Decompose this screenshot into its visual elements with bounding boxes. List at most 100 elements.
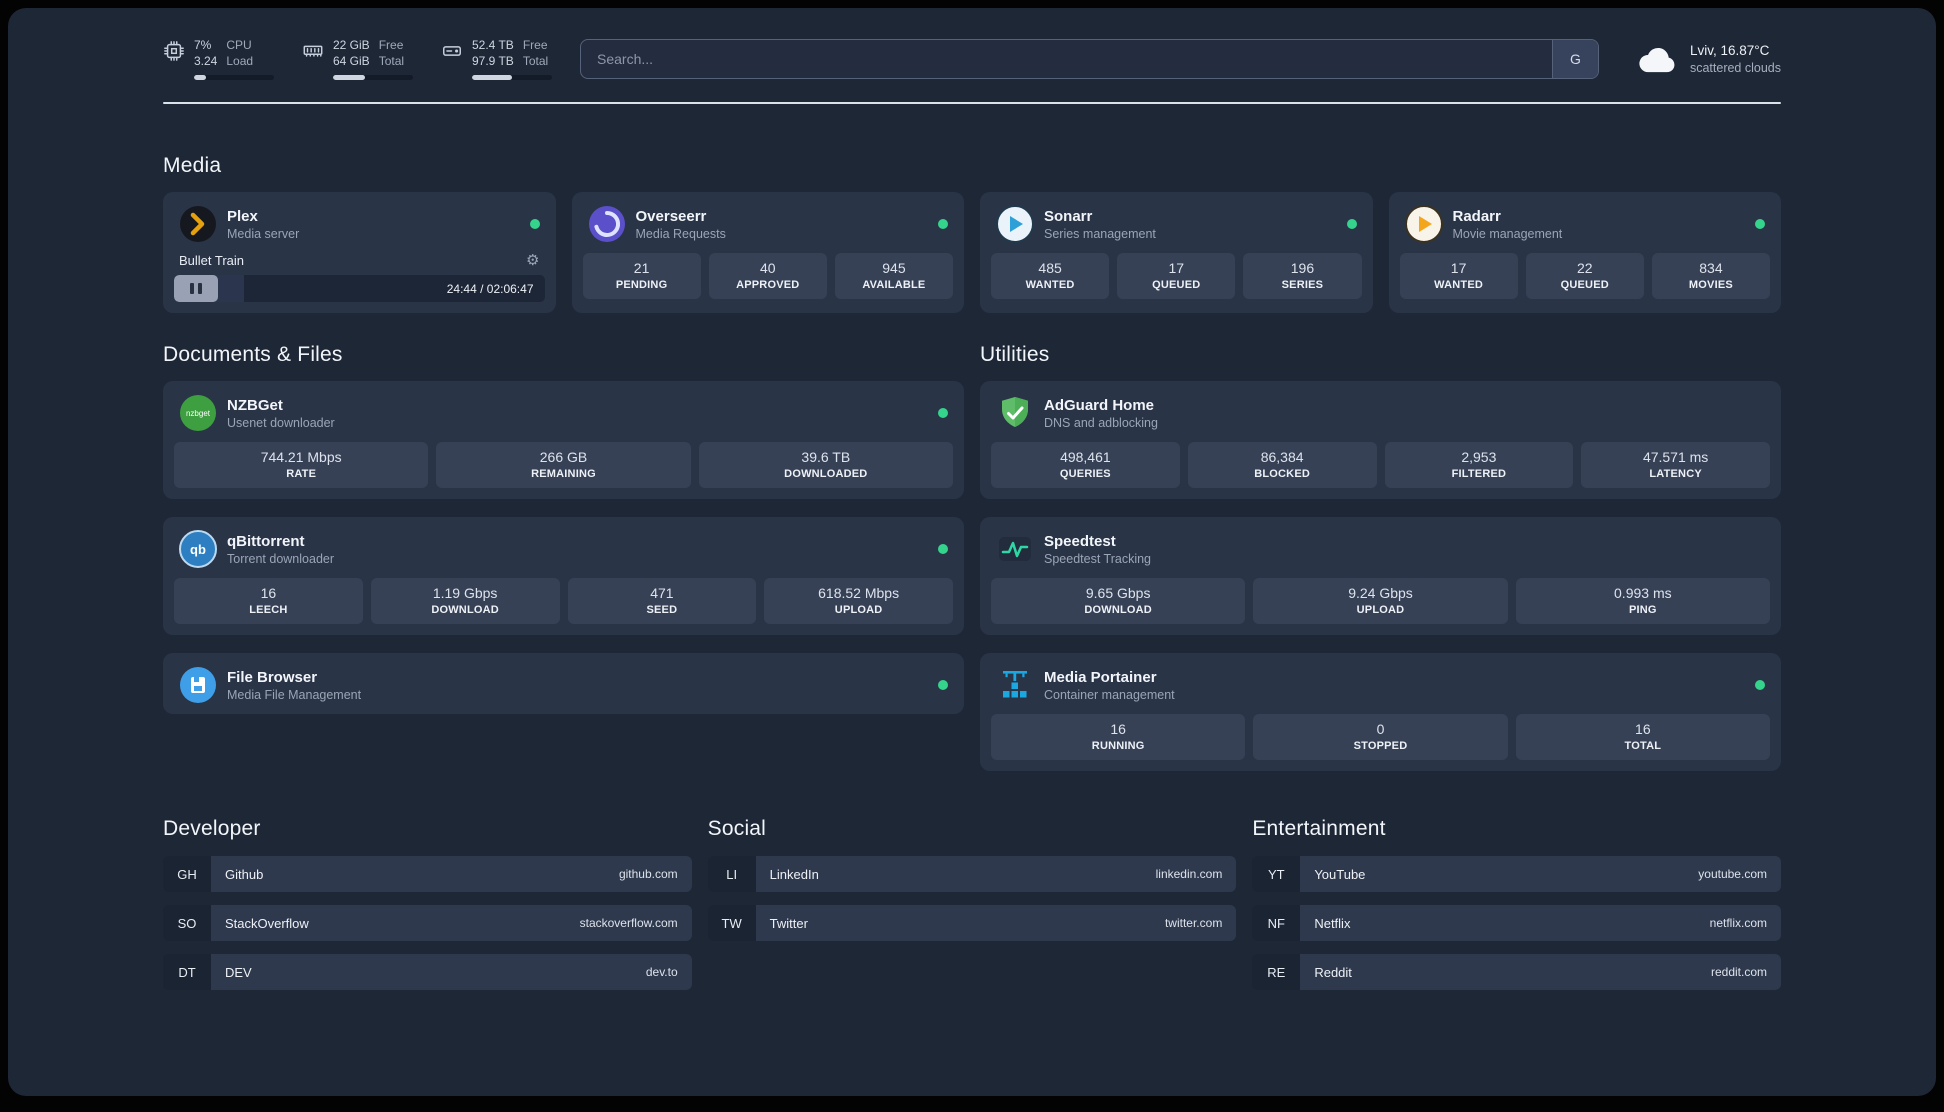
cpu-progress-fill — [194, 75, 206, 81]
bookmark-stackoverflow[interactable]: SO StackOverflow stackoverflow.com — [163, 905, 692, 942]
stat-tile: 86,384 BLOCKED — [1187, 442, 1377, 489]
stat-label: AVAILABLE — [862, 279, 926, 292]
speedtest-card[interactable]: Speedtest Speedtest Tracking 9.65 Gbps D… — [980, 517, 1781, 636]
stat-tile: 744.21 Mbps RATE — [174, 442, 429, 489]
bookmark-youtube[interactable]: YT YouTube youtube.com — [1252, 856, 1781, 893]
status-dot — [938, 544, 948, 555]
stat-tile: 17 WANTED — [1399, 253, 1518, 300]
stat-value: 16 — [260, 585, 277, 602]
bookmark-twitter[interactable]: TW Twitter twitter.com — [707, 905, 1237, 942]
app-subtitle: Speedtest Tracking — [1044, 551, 1152, 566]
app-name: Speedtest — [1044, 532, 1116, 550]
disk-resource-widget: 52.4 TB 97.9 TB Free Total — [441, 38, 552, 81]
stat-label: LEECH — [249, 604, 288, 617]
stat-tile: 834 MOVIES — [1651, 253, 1771, 300]
bookmark-dev[interactable]: DT DEV dev.to — [163, 954, 692, 991]
app-name: Radarr — [1452, 207, 1501, 225]
weather-cloud-icon — [1637, 42, 1679, 76]
app-name: File Browser — [227, 668, 318, 686]
stat-label: QUEUED — [1152, 279, 1201, 292]
app-subtitle: Torrent downloader — [227, 551, 335, 566]
header-divider — [163, 102, 1781, 105]
app-name: Overseerr — [635, 207, 707, 225]
stat-label: MOVIES — [1688, 279, 1733, 292]
app-name: NZBGet — [227, 396, 283, 414]
bookmark-name: YouTube — [1314, 866, 1366, 882]
disk-progress-track — [472, 75, 552, 81]
stat-tile: 0 STOPPED — [1253, 714, 1508, 761]
app-name: qBittorrent — [227, 532, 305, 550]
bookmark-url: stackoverflow.com — [579, 916, 678, 931]
stat-tile: 16 TOTAL — [1515, 714, 1770, 761]
stat-value: 16 — [1635, 721, 1651, 738]
entertainment-heading: Entertainment — [1252, 817, 1386, 841]
developer-bookmarks: Developer GH Github github.com SO StackO… — [163, 817, 692, 991]
stat-tile: 9.65 Gbps DOWNLOAD — [991, 578, 1246, 625]
top-bar: 7% 3.24 CPU Load 22 GiB 64 GiB Free Tota… — [163, 38, 1781, 81]
nzbget-card[interactable]: nzbget NZBGet Usenet downloader 744.21 M… — [163, 381, 964, 500]
stat-value: 834 — [1699, 260, 1723, 277]
search-input[interactable] — [581, 40, 1552, 79]
bookmark-linkedin[interactable]: LI LinkedIn linkedin.com — [707, 856, 1237, 893]
portainer-card[interactable]: Media Portainer Container management 16 … — [980, 653, 1781, 772]
plex-card[interactable]: Plex Media server Bullet Train ⚙ 24:44 /… — [163, 192, 556, 314]
stat-label: LATENCY — [1649, 468, 1702, 481]
app-subtitle: Container management — [1044, 687, 1175, 702]
stat-value: 2,953 — [1461, 449, 1497, 466]
qbittorrent-icon-text: qb — [190, 542, 206, 557]
bookmark-reddit[interactable]: RE Reddit reddit.com — [1252, 954, 1781, 991]
media-heading: Media — [163, 154, 222, 178]
documents-heading: Documents & Files — [163, 343, 343, 367]
nzbget-icon: nzbget — [179, 394, 217, 432]
bookmark-abbr: NF — [1252, 905, 1301, 942]
search-bar: G — [580, 39, 1599, 80]
overseerr-card[interactable]: Overseerr Media Requests 21 PENDING 40 A… — [571, 192, 964, 314]
gear-icon[interactable]: ⚙ — [526, 253, 539, 268]
cpu-loadavg: 3.24 — [194, 53, 218, 68]
dashboard: 7% 3.24 CPU Load 22 GiB 64 GiB Free Tota… — [8, 8, 1936, 1096]
now-playing-title: Bullet Train — [179, 253, 245, 269]
bookmark-github[interactable]: GH Github github.com — [163, 856, 692, 893]
search-engine-button[interactable]: G — [1551, 40, 1598, 79]
adguard-card[interactable]: AdGuard Home DNS and adblocking 498,461 … — [980, 381, 1781, 500]
sonarr-card[interactable]: Sonarr Series management 485 WANTED 17 Q… — [980, 192, 1373, 314]
stat-label: UPLOAD — [834, 604, 883, 617]
stat-label: DOWNLOADED — [784, 468, 868, 481]
app-name: Plex — [227, 207, 258, 225]
stat-value: 9.65 Gbps — [1085, 585, 1151, 602]
stat-tile: 16 RUNNING — [991, 714, 1246, 761]
stat-label: RUNNING — [1091, 740, 1145, 753]
bookmark-url: dev.to — [645, 965, 678, 980]
stat-label: RATE — [286, 468, 317, 481]
qbittorrent-icon: qb — [179, 530, 217, 569]
filebrowser-card[interactable]: File Browser Media File Management — [163, 653, 964, 715]
app-subtitle: Series management — [1044, 226, 1156, 241]
memory-progress-fill — [333, 75, 365, 81]
qbittorrent-card[interactable]: qb qBittorrent Torrent downloader 16 LEE… — [163, 517, 964, 636]
sonarr-icon — [996, 205, 1034, 244]
nzbget-icon-text: nzbget — [186, 409, 211, 418]
memory-icon — [302, 40, 324, 62]
bookmark-abbr: TW — [707, 905, 756, 942]
bookmark-abbr: GH — [163, 856, 211, 893]
bookmark-name: Netflix — [1314, 915, 1351, 931]
radarr-card[interactable]: Radarr Movie management 17 WANTED 22 QUE… — [1388, 192, 1781, 314]
stat-label: UPLOAD — [1356, 604, 1405, 617]
app-name: Media Portainer — [1044, 668, 1157, 686]
bookmark-url: linkedin.com — [1155, 867, 1223, 882]
stat-tile: 16 LEECH — [174, 578, 363, 625]
stat-label: BLOCKED — [1254, 468, 1311, 481]
cpu-label: CPU — [226, 38, 252, 52]
bookmark-abbr: LI — [707, 856, 756, 893]
media-section: Media Plex Media server Bullet Train ⚙ 2… — [163, 154, 1781, 314]
status-dot — [938, 680, 948, 691]
stat-label: QUERIES — [1059, 468, 1111, 481]
status-dot — [938, 219, 948, 230]
bookmark-netflix[interactable]: NF Netflix netflix.com — [1252, 905, 1781, 942]
bookmark-name: Twitter — [769, 915, 808, 931]
cpu-progress-track — [194, 75, 274, 81]
stat-tile: 9.24 Gbps UPLOAD — [1253, 578, 1508, 625]
bookmark-name: LinkedIn — [769, 866, 819, 882]
weather-widget: Lviv, 16.87°C scattered clouds — [1637, 42, 1781, 77]
stat-value: 618.52 Mbps — [818, 585, 900, 602]
